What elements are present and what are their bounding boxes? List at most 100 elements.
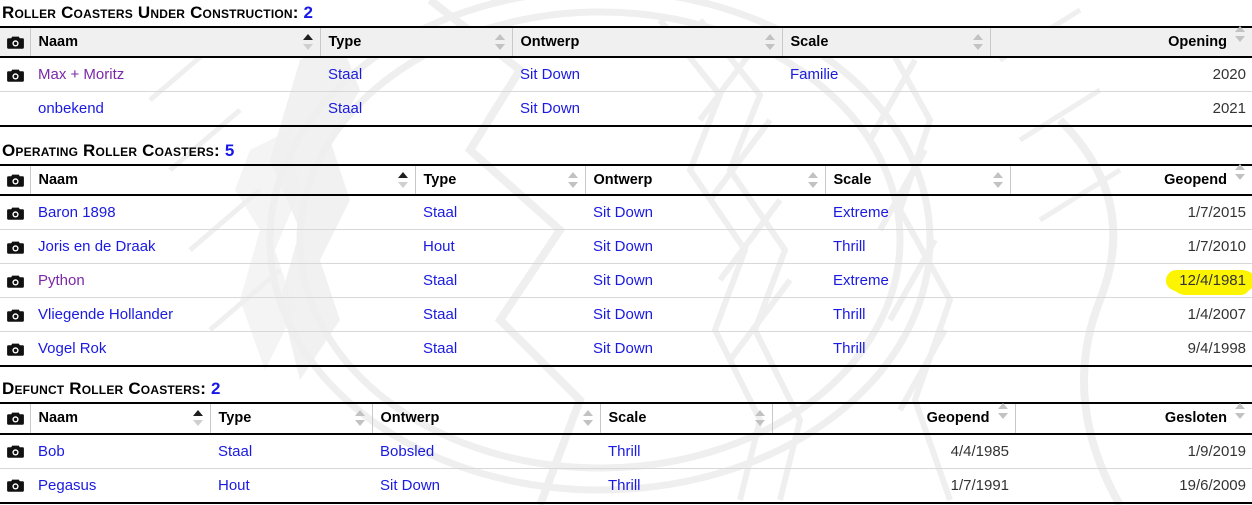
column-header-geopend[interactable]: Geopend xyxy=(1010,164,1252,197)
row-photo-cell[interactable] xyxy=(0,57,30,93)
cell-type: Staal xyxy=(210,433,372,469)
link-ontwerp[interactable]: Sit Down xyxy=(593,306,653,323)
row-photo-cell[interactable] xyxy=(0,468,30,504)
sort-arrows-icon[interactable] xyxy=(494,34,506,51)
link-ontwerp[interactable]: Sit Down xyxy=(520,66,580,83)
sort-arrows-icon[interactable] xyxy=(992,172,1004,189)
link-type[interactable]: Staal xyxy=(423,204,457,221)
column-header-gesloten[interactable]: Gesloten xyxy=(1015,402,1252,435)
cell-scale: Thrill xyxy=(825,331,1010,368)
column-header-naam[interactable]: Naam xyxy=(30,25,321,59)
column-label: Naam xyxy=(38,410,79,427)
section-count: 2 xyxy=(211,379,221,399)
table-row: Bob Staal Bobsled Thrill 4/4/1985 1/9/20… xyxy=(0,433,1252,469)
link-type[interactable]: Staal xyxy=(423,272,457,289)
link-ontwerp[interactable]: Sit Down xyxy=(593,340,653,357)
column-header-opening[interactable]: Opening xyxy=(990,25,1252,59)
sort-arrows-icon[interactable] xyxy=(192,410,204,427)
column-header-ontwerp[interactable]: Ontwerp xyxy=(512,25,783,59)
link-ontwerp[interactable]: Sit Down xyxy=(593,272,653,289)
link-coaster-name[interactable]: Baron 1898 xyxy=(38,204,116,221)
cell-ontwerp: Sit Down xyxy=(585,331,825,368)
link-ontwerp[interactable]: Sit Down xyxy=(380,477,440,494)
sort-arrows-icon[interactable] xyxy=(302,34,314,51)
link-ontwerp[interactable]: Sit Down xyxy=(593,204,653,221)
column-header-naam[interactable]: Naam xyxy=(30,164,416,197)
link-type[interactable]: Hout xyxy=(218,477,250,494)
link-type[interactable]: Staal xyxy=(328,66,362,83)
link-type[interactable]: Hout xyxy=(423,238,455,255)
sort-arrows-icon[interactable] xyxy=(764,34,776,51)
table-row: Baron 1898 Staal Sit Down Extreme 1/7/20… xyxy=(0,195,1252,231)
link-ontwerp[interactable]: Bobsled xyxy=(380,443,434,460)
row-photo-cell[interactable] xyxy=(0,195,30,231)
link-ontwerp[interactable]: Sit Down xyxy=(593,238,653,255)
link-ontwerp[interactable]: Sit Down xyxy=(520,100,580,117)
link-scale[interactable]: Thrill xyxy=(608,443,641,460)
column-header-scale[interactable]: Scale xyxy=(600,402,773,435)
row-photo-cell[interactable] xyxy=(0,433,30,469)
sort-arrows-icon[interactable] xyxy=(1235,402,1246,419)
table-row: Max + Moritz Staal Sit Down Familie 2020 xyxy=(0,57,1252,93)
cell-type: Staal xyxy=(320,57,512,93)
link-scale[interactable]: Thrill xyxy=(833,238,866,255)
link-type[interactable]: Staal xyxy=(328,100,362,117)
column-header-naam[interactable]: Naam xyxy=(30,402,211,435)
link-coaster-name[interactable]: Bob xyxy=(38,443,65,460)
cell-geopend: 1/7/1991 xyxy=(772,468,1015,504)
link-scale[interactable]: Thrill xyxy=(608,477,641,494)
camera-icon xyxy=(7,445,24,458)
sort-arrows-icon[interactable] xyxy=(582,410,594,427)
link-scale[interactable]: Thrill xyxy=(833,306,866,323)
column-header-type[interactable]: Type xyxy=(210,402,373,435)
sort-arrows-icon[interactable] xyxy=(354,410,366,427)
sort-arrows-icon[interactable] xyxy=(397,172,409,189)
link-coaster-name[interactable]: Vogel Rok xyxy=(38,340,106,357)
sort-arrows-icon[interactable] xyxy=(807,172,819,189)
table-header-row: Naam Type Ontwerp Scale Geopend xyxy=(0,164,1252,197)
link-type[interactable]: Staal xyxy=(423,340,457,357)
cell-scale: Extreme xyxy=(825,263,1010,299)
link-coaster-name[interactable]: Pegasus xyxy=(38,477,96,494)
camera-icon xyxy=(7,207,24,220)
link-coaster-name[interactable]: Max + Moritz xyxy=(38,66,124,83)
column-header-photo[interactable] xyxy=(0,402,31,435)
link-coaster-name[interactable]: Python xyxy=(38,272,85,289)
link-coaster-name[interactable]: onbekend xyxy=(38,100,104,117)
row-photo-cell[interactable] xyxy=(0,297,30,333)
column-header-scale[interactable]: Scale xyxy=(782,25,991,59)
cell-ontwerp: Sit Down xyxy=(372,468,600,504)
section-count: 2 xyxy=(303,3,314,22)
link-scale[interactable]: Familie xyxy=(790,66,838,83)
camera-icon xyxy=(7,309,24,322)
column-header-type[interactable]: Type xyxy=(320,25,513,59)
sort-arrows-icon[interactable] xyxy=(997,402,1009,419)
cell-type: Hout xyxy=(210,468,372,504)
sort-arrows-icon[interactable] xyxy=(754,410,766,427)
link-type[interactable]: Staal xyxy=(218,443,252,460)
column-header-type[interactable]: Type xyxy=(415,164,586,197)
row-photo-cell[interactable] xyxy=(0,229,30,265)
link-scale[interactable]: Thrill xyxy=(833,340,866,357)
column-header-geopend[interactable]: Geopend xyxy=(772,402,1016,435)
sort-arrows-icon[interactable] xyxy=(1235,26,1246,43)
column-header-ontwerp[interactable]: Ontwerp xyxy=(585,164,826,197)
column-header-photo[interactable] xyxy=(0,25,31,59)
sort-arrows-icon[interactable] xyxy=(972,34,984,51)
link-scale[interactable]: Extreme xyxy=(833,204,889,221)
row-photo-cell[interactable] xyxy=(0,331,30,368)
sort-arrows-icon[interactable] xyxy=(1235,164,1246,181)
link-scale[interactable]: Extreme xyxy=(833,272,889,289)
highlight-marker: 12/4/1981 xyxy=(1166,270,1252,296)
link-type[interactable]: Staal xyxy=(423,306,457,323)
column-header-photo[interactable] xyxy=(0,164,31,197)
table-row: onbekend Staal Sit Down 2021 xyxy=(0,91,1252,128)
column-header-ontwerp[interactable]: Ontwerp xyxy=(372,402,601,435)
cell-geopend: 4/4/1985 xyxy=(772,433,1015,469)
section-title-defunct: Defunct Roller Coasters: 2 xyxy=(0,376,1252,402)
link-coaster-name[interactable]: Vliegende Hollander xyxy=(38,306,173,323)
row-photo-cell[interactable] xyxy=(0,263,30,299)
link-coaster-name[interactable]: Joris en de Draak xyxy=(38,238,156,255)
sort-arrows-icon[interactable] xyxy=(567,172,579,189)
column-header-scale[interactable]: Scale xyxy=(825,164,1011,197)
